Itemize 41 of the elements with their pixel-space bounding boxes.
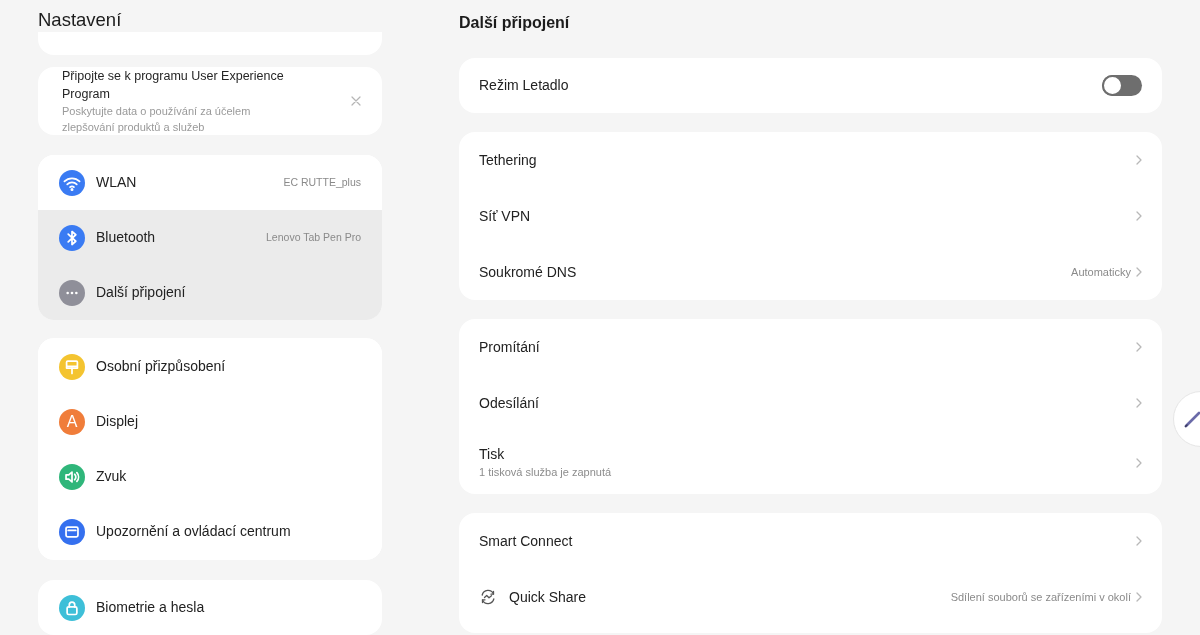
banner-description: Poskytujte data o používání za účelem zlepšování produktů a služeb bbox=[62, 104, 252, 135]
sidebar-item-label: Biometrie a hesla bbox=[96, 598, 205, 617]
setting-label[interactable]: Tethering bbox=[479, 150, 537, 170]
chevron-right-icon bbox=[1136, 155, 1142, 165]
setting-label[interactable]: Tisk bbox=[479, 445, 612, 464]
setting-label[interactable]: Smart Connect bbox=[479, 531, 573, 551]
chevron-right-icon bbox=[1136, 592, 1142, 602]
sidebar-item[interactable]: Další připojení bbox=[38, 265, 382, 320]
chevron-right-icon bbox=[1136, 457, 1142, 468]
sidebar-item-label: Zvuk bbox=[96, 467, 127, 486]
chevron-right-icon bbox=[1136, 267, 1142, 277]
chevron-right-icon bbox=[1136, 536, 1142, 546]
setting-label[interactable]: Odesílání bbox=[479, 393, 539, 413]
setting-label[interactable]: Promítání bbox=[479, 337, 540, 357]
chevron-right-icon bbox=[1136, 342, 1142, 352]
toggle-switch[interactable] bbox=[1102, 75, 1142, 96]
setting-label[interactable]: Quick Share bbox=[509, 587, 587, 607]
sidebar-item-value: Lenovo Tab Pen Pro bbox=[266, 229, 361, 245]
sidebar-item-label: Další připojení bbox=[96, 283, 186, 302]
setting-label[interactable]: Síť VPN bbox=[479, 206, 531, 226]
sidebar-item-label: Upozornění a ovládací centrum bbox=[96, 522, 291, 541]
setting-subtitle: 1 tisková služba je zapnutá bbox=[479, 465, 612, 480]
setting-label[interactable]: Režim Letadlo bbox=[479, 75, 569, 96]
sidebar-item[interactable]: Bluetooth Lenovo Tab Pen Pro bbox=[38, 210, 382, 265]
page-title: Další připojení bbox=[459, 13, 570, 33]
sidebar-item-label: Bluetooth bbox=[96, 228, 156, 247]
setting-label[interactable]: Soukromé DNS bbox=[479, 262, 577, 282]
setting-value: Automaticky bbox=[1071, 264, 1131, 280]
sidebar-item-value: EC RUTTE_plus bbox=[283, 174, 361, 190]
sidebar-item-label: Displej bbox=[96, 412, 138, 431]
sidebar-item-label: WLAN bbox=[96, 173, 137, 192]
banner-title: Připojte se k programu User Experience Program bbox=[62, 68, 285, 103]
setting-value: Sdílení souborů se zařízeními v okolí bbox=[950, 589, 1131, 605]
circular-arrows-icon bbox=[479, 588, 497, 606]
sidebar-item-label: Osobní přizpůsobení bbox=[96, 357, 226, 376]
sidebar-title: Nastavení bbox=[38, 8, 122, 32]
chevron-right-icon bbox=[1136, 398, 1142, 408]
pen-icon bbox=[1184, 410, 1200, 428]
close-icon bbox=[351, 96, 361, 106]
letter-icon: A bbox=[59, 408, 85, 435]
chevron-right-icon bbox=[1136, 211, 1142, 221]
